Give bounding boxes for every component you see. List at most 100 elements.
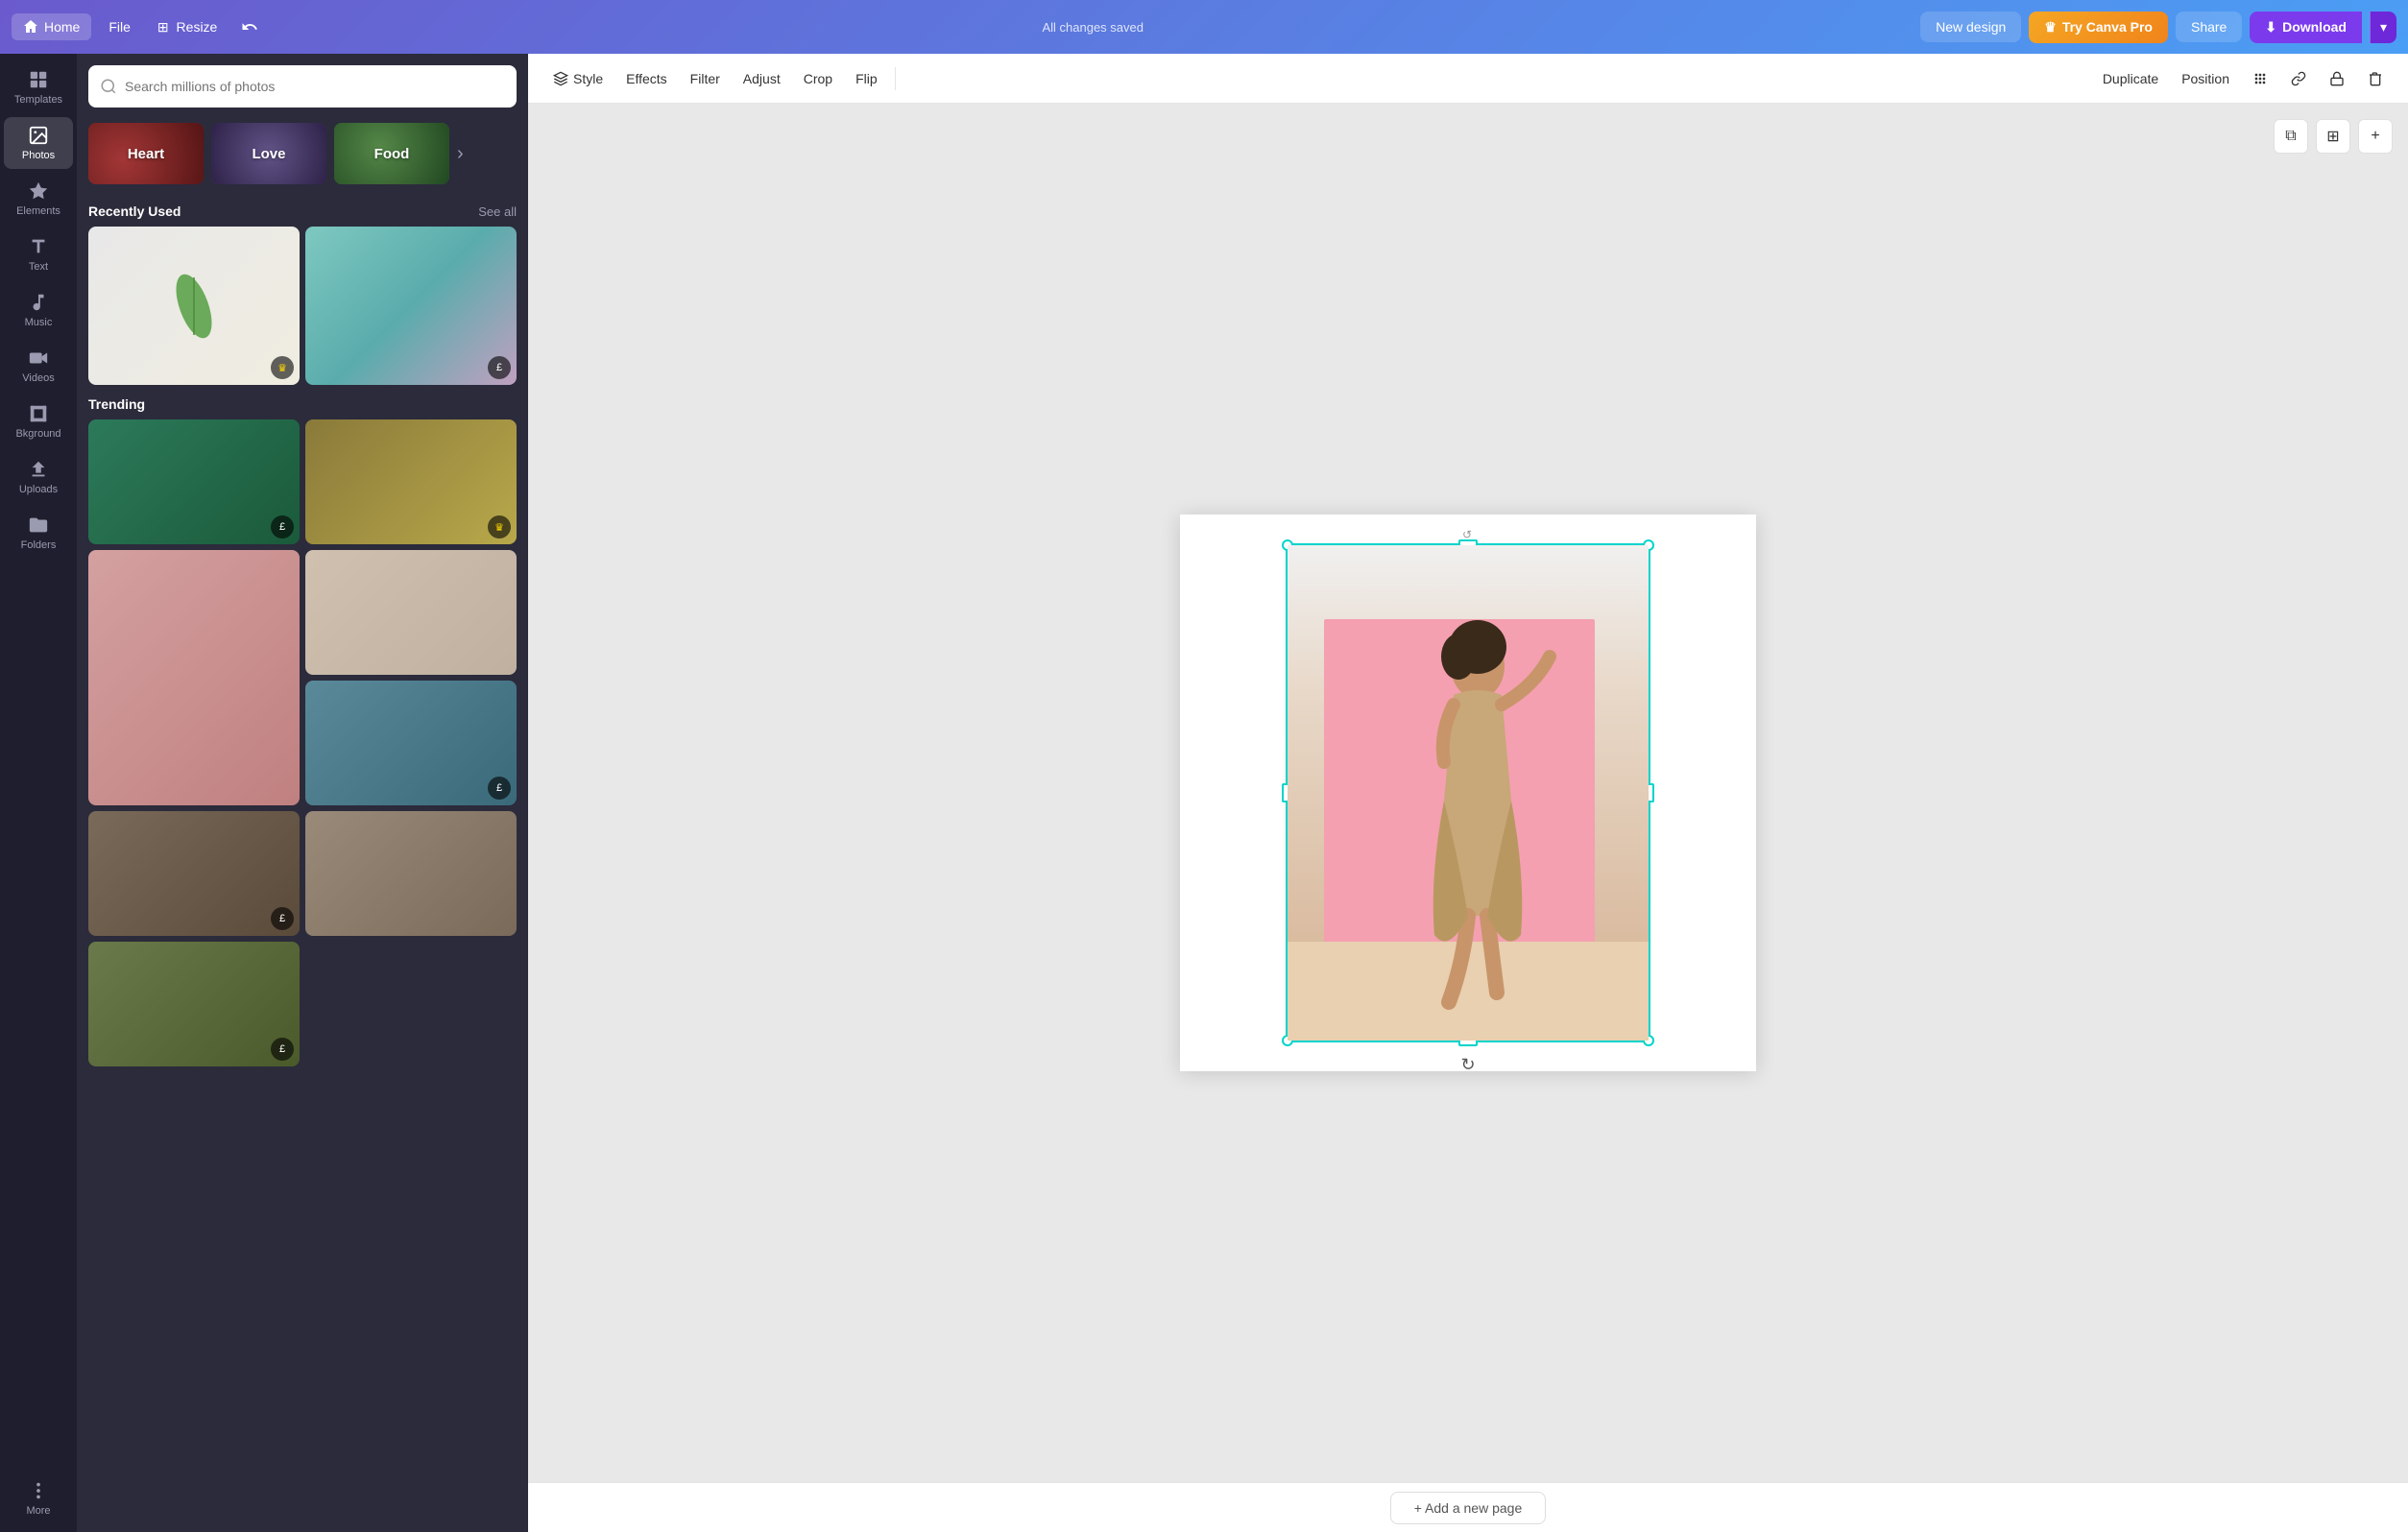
nav-right: New design ♛ Try Canva Pro Share ⬇ Downl…	[1920, 12, 2396, 43]
trending-photo-7[interactable]	[305, 811, 517, 936]
sidebar-item-text[interactable]: Text	[4, 228, 73, 280]
rotate-handle-below[interactable]: ↻	[1460, 1055, 1475, 1075]
grid-dots-button[interactable]	[2243, 61, 2277, 96]
canvas-page[interactable]: ↺ ↻	[1180, 515, 1756, 1071]
canvas-image-content	[1288, 545, 1649, 1041]
effects-label: Effects	[626, 71, 667, 86]
add-page-button[interactable]: + Add a new page	[1390, 1492, 1547, 1524]
see-all-link[interactable]: See all	[478, 204, 517, 219]
resize-label: Resize	[177, 19, 218, 35]
sidebar-item-videos[interactable]: Videos	[4, 340, 73, 392]
search-input[interactable]	[125, 79, 505, 94]
recently-used-header: Recently Used See all	[88, 203, 517, 219]
filter-label: Filter	[690, 71, 720, 86]
trending-photo-4[interactable]	[305, 550, 517, 675]
category-next-arrow[interactable]: ›	[457, 123, 464, 184]
trending-photo-2[interactable]: ♛	[305, 419, 517, 544]
crop-label: Crop	[804, 71, 832, 86]
duplicate-button[interactable]: Duplicate	[2093, 65, 2168, 92]
delete-button[interactable]	[2358, 61, 2393, 96]
grid-dots-icon	[2252, 71, 2268, 86]
trending-photo-6[interactable]: £	[88, 811, 300, 936]
photos-panel: Heart Love Food › Recently Used See all	[77, 54, 528, 1532]
category-chip-food[interactable]: Food	[334, 123, 449, 184]
category-love-label: Love	[211, 123, 326, 184]
file-button[interactable]: File	[99, 13, 140, 40]
sidebar-label-templates: Templates	[14, 94, 62, 106]
category-row: Heart Love Food ›	[77, 115, 528, 192]
resize-button[interactable]: ⊞ Resize	[148, 13, 227, 41]
position-label: Position	[2181, 71, 2229, 86]
trending-bg-2	[305, 419, 517, 544]
flip-button[interactable]: Flip	[846, 65, 887, 92]
sidebar-item-uploads[interactable]: Uploads	[4, 451, 73, 503]
home-button[interactable]: Home	[12, 13, 91, 40]
trash-icon	[2368, 71, 2383, 86]
style-button[interactable]: Style	[543, 65, 613, 92]
link-icon	[2291, 71, 2306, 86]
sidebar-label-elements: Elements	[16, 205, 60, 217]
category-chip-love[interactable]: Love	[211, 123, 326, 184]
canvas-area: Style Effects Filter Adjust Crop Flip Du…	[528, 54, 2408, 1532]
sidebar-item-more[interactable]: More	[4, 1472, 73, 1524]
trending-header: Trending	[88, 396, 517, 412]
filter-button[interactable]: Filter	[681, 65, 730, 92]
download-label: Download	[2282, 19, 2347, 35]
adjust-button[interactable]: Adjust	[734, 65, 790, 92]
home-label: Home	[44, 19, 80, 35]
link-button[interactable]	[2281, 61, 2316, 96]
search-box-container	[88, 65, 517, 108]
canvas-add-button[interactable]: +	[2358, 119, 2393, 154]
recent-thumb-bg-1	[88, 227, 300, 385]
pro-badge-3: £	[271, 515, 294, 539]
lock-button[interactable]	[2320, 61, 2354, 96]
sidebar-item-photos[interactable]: Photos	[4, 117, 73, 169]
trending-bg-4	[305, 550, 517, 675]
new-design-button[interactable]: New design	[1920, 12, 2021, 42]
canvas-toolbar: Style Effects Filter Adjust Crop Flip Du…	[528, 54, 2408, 104]
trending-photo-1[interactable]: £	[88, 419, 300, 544]
crop-button[interactable]: Crop	[794, 65, 842, 92]
trending-bg-5	[305, 681, 517, 805]
recently-used-grid: ♛ £	[88, 227, 517, 385]
canvas-image-wrapper[interactable]: ↺ ↻	[1286, 543, 1650, 1042]
sidebar-item-background[interactable]: Bkground	[4, 395, 73, 447]
trending-photo-5[interactable]: £	[305, 681, 517, 805]
trending-photo-8[interactable]: £	[88, 942, 300, 1066]
search-area	[77, 54, 528, 115]
category-food-label: Food	[334, 123, 449, 184]
canvas-duplicate-button[interactable]: ⊞	[2316, 119, 2350, 154]
try-pro-button[interactable]: ♛ Try Canva Pro	[2029, 12, 2168, 43]
save-status: All changes saved	[273, 20, 1913, 35]
share-button[interactable]: Share	[2176, 12, 2242, 42]
recently-used-title: Recently Used	[88, 203, 181, 219]
top-nav: Home File ⊞ Resize All changes saved New…	[0, 0, 2408, 54]
canvas-copy-button[interactable]: ⧉	[2274, 119, 2308, 154]
effects-button[interactable]: Effects	[616, 65, 677, 92]
recent-photo-1[interactable]: ♛	[88, 227, 300, 385]
toolbar-right: Duplicate Position	[2093, 61, 2393, 96]
photos-scroll[interactable]: Recently Used See all ♛	[77, 192, 528, 1532]
trending-photo-3[interactable]	[88, 550, 300, 805]
trending-grid: £ ♛	[88, 419, 517, 1066]
download-arrow-button[interactable]: ▾	[2370, 12, 2396, 43]
position-button[interactable]: Position	[2172, 65, 2239, 92]
sidebar-item-music[interactable]: Music	[4, 284, 73, 336]
recent-photo-2[interactable]: £	[305, 227, 517, 385]
sidebar-item-templates[interactable]: Templates	[4, 61, 73, 113]
sidebar-label-uploads: Uploads	[19, 484, 58, 495]
category-chip-heart[interactable]: Heart	[88, 123, 204, 184]
crown-icon: ♛	[2044, 19, 2057, 36]
adjust-label: Adjust	[743, 71, 781, 86]
category-heart-label: Heart	[88, 123, 204, 184]
canvas-workspace[interactable]: ⧉ ⊞ + ↻	[528, 104, 2408, 1482]
sidebar-item-elements[interactable]: Elements	[4, 173, 73, 225]
woman-figure	[1372, 609, 1564, 1021]
undo-button[interactable]	[234, 12, 265, 42]
leaf-illustration	[165, 268, 223, 345]
try-pro-label: Try Canva Pro	[2062, 19, 2153, 35]
sidebar-item-folders[interactable]: Folders	[4, 507, 73, 559]
toolbar-separator	[895, 67, 896, 90]
flip-label: Flip	[855, 71, 878, 86]
download-button[interactable]: ⬇ Download	[2250, 12, 2362, 43]
